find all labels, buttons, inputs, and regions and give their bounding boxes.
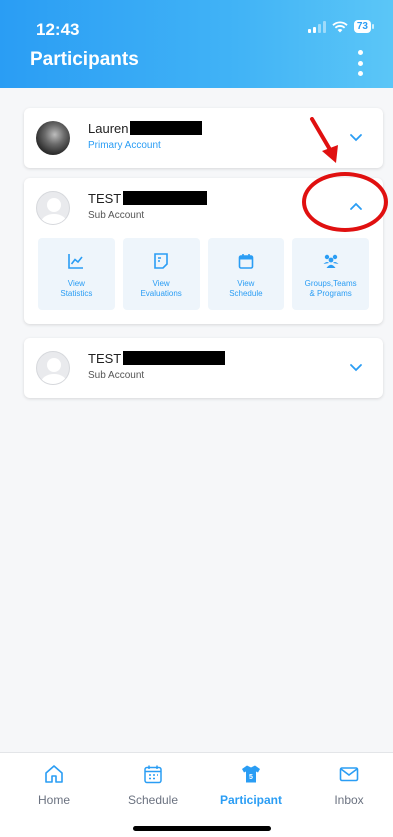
participant-name: TEST: [88, 351, 226, 366]
tab-label: Inbox: [334, 793, 364, 807]
account-type: Sub Account: [88, 370, 145, 381]
battery-icon: 73: [353, 20, 375, 33]
tab-participant[interactable]: 5 Participant: [211, 763, 291, 807]
signal-icon: [307, 20, 326, 33]
avatar: [36, 351, 70, 385]
annotation-arrow-icon: [310, 117, 338, 163]
participant-name: Lauren: [88, 121, 203, 136]
redacted-block: [123, 191, 208, 205]
status-time: 12:43: [36, 20, 80, 39]
wifi-icon: [332, 20, 348, 32]
calendar-icon: [238, 254, 254, 269]
calendar-icon: [144, 765, 162, 784]
jersey-number: 5: [249, 774, 253, 781]
action-label: View Evaluations: [140, 279, 182, 298]
page-title: Participants: [30, 49, 139, 70]
chevron-down-icon[interactable]: [349, 360, 363, 374]
tab-label: Participant: [219, 793, 282, 807]
action-label: Groups,Teams & Programs: [304, 279, 357, 298]
account-type: Sub Account: [88, 210, 145, 221]
redacted-block: [130, 121, 203, 135]
home-icon: [45, 765, 63, 783]
tab-home[interactable]: Home: [14, 763, 94, 807]
chart-line-icon: [68, 254, 84, 269]
tab-schedule[interactable]: Schedule: [113, 763, 193, 807]
evaluation-note-icon: [154, 253, 168, 269]
action-label: View Statistics: [60, 279, 93, 298]
mail-icon: [339, 767, 359, 782]
participant-name: TEST: [88, 191, 208, 206]
redacted-block: [123, 351, 226, 365]
more-options-button[interactable]: [353, 50, 367, 76]
annotation-circle: [302, 172, 388, 232]
action-label: View Schedule: [229, 279, 263, 298]
tab-label: Schedule: [127, 793, 179, 807]
group-people-icon: [323, 254, 339, 268]
view-schedule-button[interactable]: View Schedule: [207, 238, 285, 310]
view-statistics-button[interactable]: View Statistics: [38, 238, 115, 310]
home-indicator: [133, 826, 271, 831]
jersey-icon: 5: [242, 765, 260, 783]
app-header: 12:43 73 Participants: [0, 0, 393, 88]
chevron-down-icon[interactable]: [349, 130, 363, 144]
tab-inbox[interactable]: Inbox: [309, 763, 389, 807]
participant-card[interactable]: TEST Sub Account: [24, 338, 383, 398]
participant-actions: View Statistics View Evaluations View Sc…: [24, 238, 383, 324]
status-icons: 73: [307, 20, 375, 33]
groups-teams-programs-button[interactable]: Groups,Teams & Programs: [292, 238, 369, 310]
view-evaluations-button[interactable]: View Evaluations: [122, 238, 200, 310]
bottom-tab-bar: Home Schedule 5 Participant Inbox: [0, 752, 393, 837]
avatar: [36, 191, 70, 225]
avatar: [36, 121, 70, 155]
tab-label: Home: [37, 793, 70, 807]
account-type: Primary Account: [88, 140, 161, 151]
